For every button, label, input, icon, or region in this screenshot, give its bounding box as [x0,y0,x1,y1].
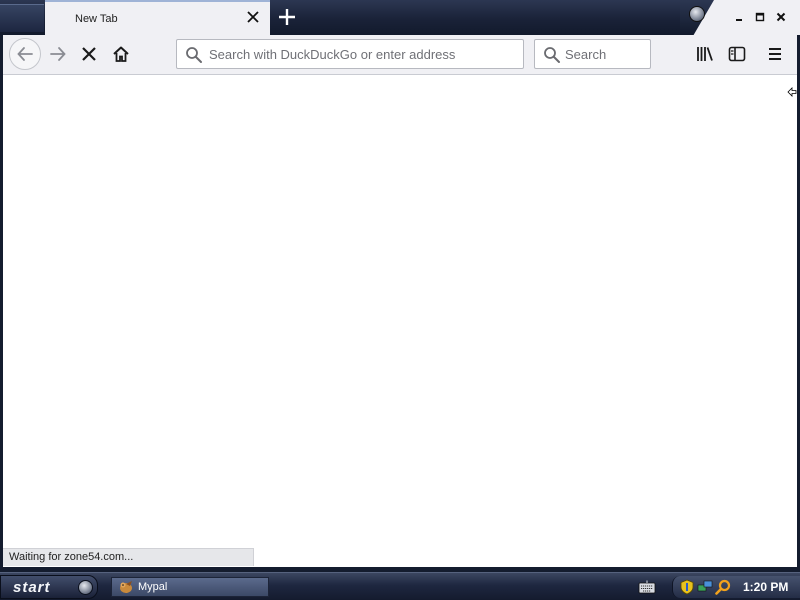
tab-new-tab[interactable]: New Tab [45,0,270,35]
arrow-right-icon[interactable] [49,45,67,63]
page-content[interactable] [3,75,797,567]
home-icon[interactable] [112,45,130,63]
search-bar[interactable] [534,39,651,69]
minimize-icon[interactable] [732,10,746,24]
title-bar: New Tab [0,0,800,35]
close-tab-icon[interactable] [246,10,260,24]
search-icon [186,47,202,63]
browser-window: New Tab Search with DuckDuckGo or enter … [0,0,800,572]
network-icon[interactable] [697,579,713,595]
taskbar: start Mypal 1:20 PM [0,572,800,600]
library-icon[interactable] [696,45,714,63]
taskbar-item-label: Mypal [138,581,168,593]
start-orb-icon [78,580,93,595]
window-controls-area [680,0,800,35]
tab-strip-left [0,4,44,32]
url-input[interactable] [209,40,519,68]
close-window-icon[interactable] [774,10,788,24]
keyboard-icon[interactable] [638,580,656,594]
back-button[interactable] [9,38,41,70]
taskbar-item-mypal[interactable]: Mypal [111,577,269,597]
search-input[interactable] [565,40,647,68]
maximize-icon[interactable] [753,10,767,24]
search-icon [544,47,560,63]
url-bar[interactable] [176,39,524,69]
system-tray: 1:20 PM [672,576,800,598]
stop-loading-icon[interactable] [81,46,97,62]
mypal-app-icon [120,581,132,593]
sidebar-icon[interactable] [728,45,746,63]
security-shield-icon[interactable] [679,579,695,595]
hamburger-menu-icon[interactable] [767,46,783,62]
start-label: start [13,579,51,596]
arrow-left-icon [17,47,33,61]
app-orb-icon[interactable] [689,6,705,22]
tab-title: New Tab [75,13,118,25]
resize-cursor-icon [787,87,797,97]
status-text: Waiting for zone54.com... [9,551,134,563]
new-tab-plus-icon[interactable] [276,6,298,28]
start-button[interactable]: start [0,575,98,599]
search-magnifier-icon[interactable] [715,579,731,595]
status-panel: Waiting for zone54.com... [3,548,254,566]
clock[interactable]: 1:20 PM [743,580,788,594]
nav-toolbar [3,35,797,75]
